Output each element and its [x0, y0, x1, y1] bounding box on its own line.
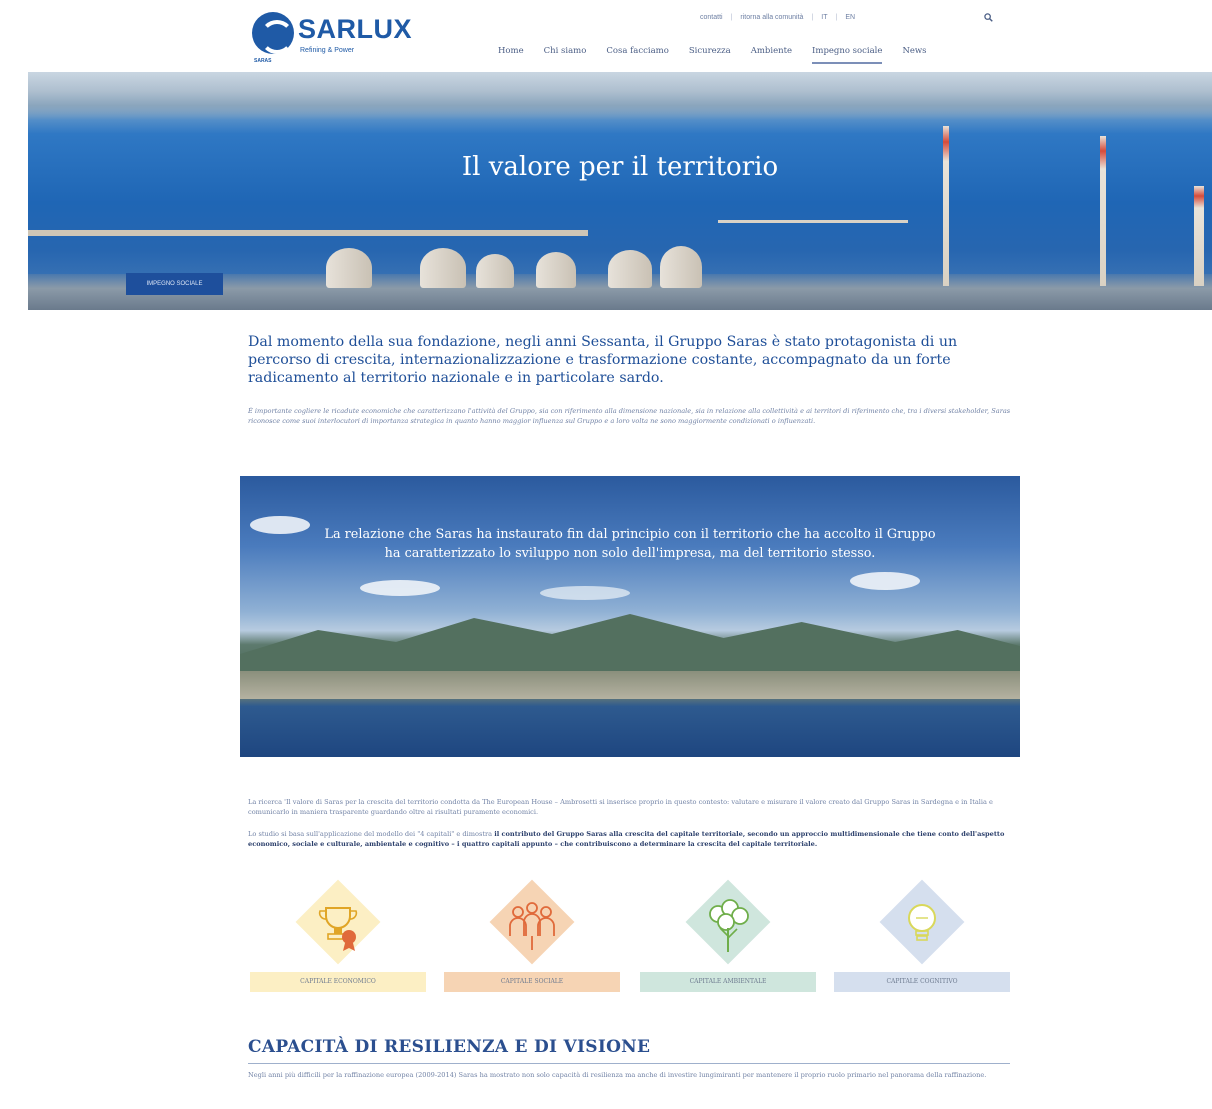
hero-pier — [718, 220, 908, 223]
refinery-tank — [608, 250, 652, 288]
panorama-caption-line: La relazione che Saras ha instaurato fin… — [324, 527, 936, 542]
util-link-group[interactable]: ritorna alla comunità — [740, 14, 803, 21]
refinery-tank — [660, 246, 702, 288]
brand-logo[interactable]: SARLUX Refining & Power SARAS — [252, 12, 422, 64]
refinery-tank — [536, 252, 576, 288]
intro-heading: Dal momento della sua fondazione, negli … — [248, 334, 958, 386]
util-separator: | — [811, 14, 814, 21]
body-paragraph-start: Lo studio si basa sull'applicazione del … — [248, 830, 495, 838]
trophy-medal-icon — [318, 907, 358, 951]
panorama-caption: La relazione che Saras ha instaurato fin… — [240, 525, 1020, 563]
logo-small-mark: SARAS — [254, 58, 272, 64]
people-group-icon — [509, 902, 555, 950]
panorama-caption-line: ha caratterizzato lo sviluppo non solo d… — [384, 546, 876, 561]
capital-cognitivo[interactable]: CAPITALE COGNITIVO — [834, 879, 1010, 1006]
capital-label: CAPITALE ECONOMICO — [250, 972, 426, 992]
hero-pier — [28, 230, 588, 236]
nav-item-home[interactable]: Home — [498, 46, 524, 64]
lang-en-link[interactable]: EN — [845, 14, 855, 21]
site-header: SARLUX Refining & Power SARAS contatti |… — [0, 0, 1212, 72]
cloud — [540, 586, 630, 600]
refinery-tank — [476, 254, 514, 288]
nav-item-ambiente[interactable]: Ambiente — [751, 46, 792, 64]
main-nav: Home Chi siamo Cosa facciamo Sicurezza A… — [498, 46, 927, 64]
util-separator: | — [835, 14, 838, 21]
lightbulb-icon — [908, 904, 936, 941]
capital-ambientale[interactable]: CAPITALE AMBIENTALE — [640, 879, 816, 1006]
nav-item-sicurezza[interactable]: Sicurezza — [689, 46, 731, 64]
body-paragraph: La ricerca 'Il valore di Saras per la cr… — [248, 798, 993, 816]
section-divider — [248, 1063, 1010, 1064]
search-icon[interactable] — [984, 13, 993, 22]
refinery-tank — [326, 248, 372, 288]
hero-coastline — [28, 72, 1212, 120]
nav-item-cosa-facciamo[interactable]: Cosa facciamo — [606, 46, 668, 64]
capital-economico[interactable]: CAPITALE ECONOMICO — [250, 879, 426, 1006]
logo-tagline: Refining & Power — [300, 47, 355, 54]
refinery-chimney — [1194, 186, 1204, 286]
section-title: CAPACITÀ DI RESILIENZA E DI VISIONE — [248, 1037, 651, 1057]
refinery-tank — [420, 248, 466, 288]
nav-item-impegno-sociale[interactable]: Impegno sociale — [812, 46, 883, 64]
refinery-chimney — [943, 126, 949, 286]
nav-item-chi-siamo[interactable]: Chi siamo — [544, 46, 587, 64]
section-text: Negli anni più difficili per la raffinaz… — [248, 1071, 987, 1079]
logo-wordmark: SARLUX — [298, 14, 413, 44]
cloud — [360, 580, 440, 596]
intro-text: È importante cogliere le ricadute econom… — [248, 407, 1011, 425]
hero-banner: Il valore per il territorio IMPEGNO SOCI… — [28, 72, 1212, 310]
capital-sociale[interactable]: CAPITALE SOCIALE — [444, 879, 620, 1006]
cloud — [850, 572, 920, 590]
util-separator: | — [730, 14, 733, 21]
logo-emblem-icon — [252, 12, 294, 54]
util-link-contacts[interactable]: contatti — [700, 14, 723, 21]
capital-label: CAPITALE SOCIALE — [444, 972, 620, 992]
capital-label: CAPITALE AMBIENTALE — [640, 972, 816, 992]
capital-label: CAPITALE COGNITIVO — [834, 972, 1010, 992]
utility-nav: contatti | ritorna alla comunità | IT | … — [700, 14, 855, 21]
body-paragraph: Lo studio si basa sull'applicazione del … — [248, 829, 1018, 849]
territory-panorama: La relazione che Saras ha instaurato fin… — [240, 476, 1020, 757]
nav-item-news[interactable]: News — [902, 46, 926, 64]
trees-icon — [709, 899, 749, 952]
hero-title: Il valore per il territorio — [461, 152, 779, 182]
lang-it-link[interactable]: IT — [821, 14, 827, 21]
section-badge[interactable]: IMPEGNO SOCIALE — [126, 273, 223, 295]
coastal-plain — [240, 671, 1020, 699]
